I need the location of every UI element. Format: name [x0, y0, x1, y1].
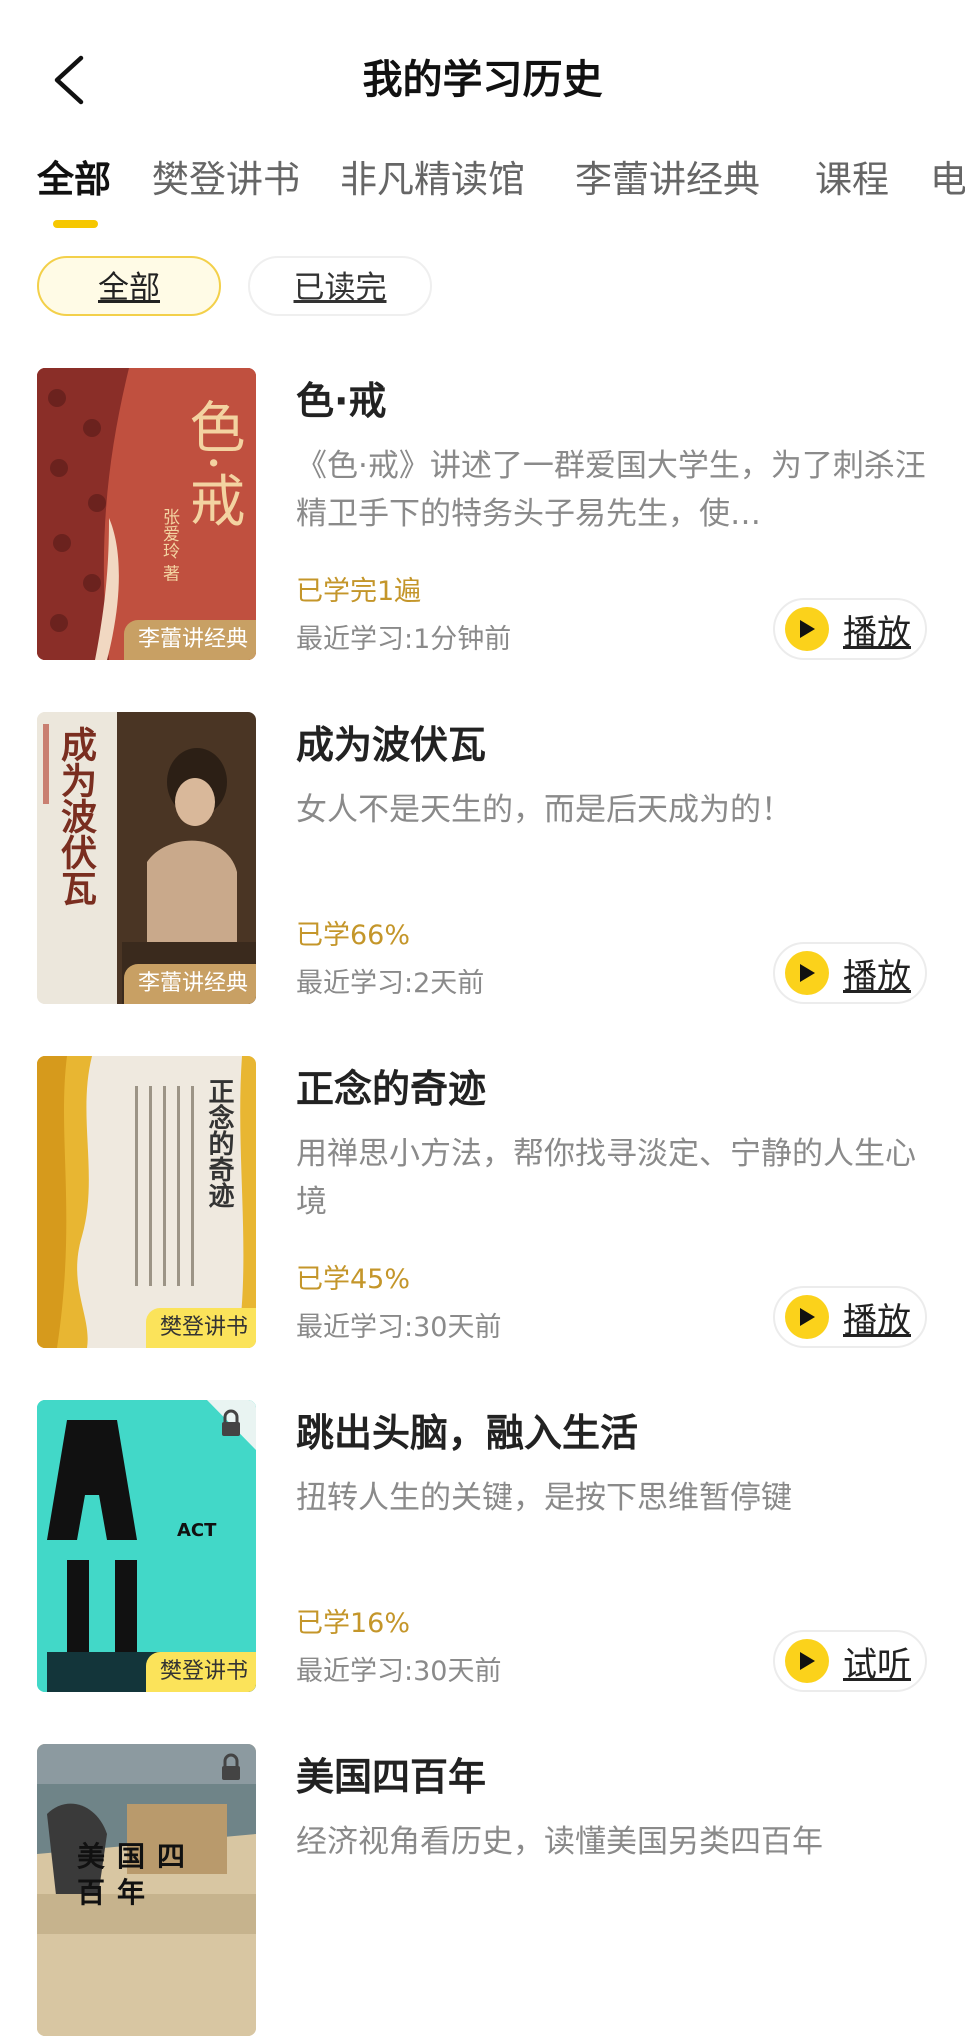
item-title: 成为波伏瓦 — [296, 723, 487, 767]
book-cover: ACT 樊登讲书 — [37, 1400, 256, 1692]
play-icon — [785, 951, 829, 995]
last-studied-text: 最近学习:1分钟前 — [296, 624, 512, 655]
cover-title-text: ACT — [177, 1520, 217, 1541]
list-item[interactable]: 成为波伏瓦 李蕾讲经典 成为波伏瓦 女人不是天生的，而是后天成为的！ 已学66%… — [0, 712, 965, 1008]
progress-text: 已学66% — [296, 920, 411, 951]
play-button[interactable]: 播放 — [773, 598, 927, 660]
cover-title-text: 色·戒 — [180, 398, 245, 528]
item-description: 扭转人生的关键，是按下思维暂停键 — [296, 1480, 792, 1516]
item-title: 跳出头脑，融入生活 — [296, 1411, 639, 1455]
tab-lilei[interactable]: 李蕾讲经典 — [575, 150, 760, 210]
header: 我的学习历史 — [0, 0, 965, 160]
filter-all-chip[interactable]: 全部 — [37, 256, 221, 316]
cover-title-text: 成为波伏瓦 — [55, 726, 97, 906]
list-item[interactable]: 美国四百年 美国四百年 经济视角看历史，读懂美国另类四百年 — [0, 1744, 965, 2040]
last-studied-text: 最近学习:30天前 — [296, 1312, 502, 1343]
active-tab-indicator — [53, 220, 98, 228]
play-icon — [785, 607, 829, 651]
category-tag: 樊登讲书 — [145, 1308, 256, 1348]
progress-text: 已学45% — [296, 1264, 411, 1295]
book-cover: 色·戒 张爱玲 著 李蕾讲经典 — [37, 368, 256, 660]
cover-author-text: 张爱玲 著 — [159, 508, 179, 582]
cover-title-text: 美国四百年 — [77, 1840, 198, 1909]
filter-finished-chip[interactable]: 已读完 — [248, 256, 432, 316]
progress-text: 已学完1遍 — [296, 576, 422, 607]
item-title: 色·戒 — [296, 379, 387, 423]
item-description: 《色·戒》讲述了一群爱国大学生，为了刺杀汪精卫手下的特务头子易先生，使… — [296, 448, 926, 532]
tab-feifan[interactable]: 非凡精读馆 — [340, 150, 525, 210]
list-item[interactable]: 色·戒 张爱玲 著 李蕾讲经典 色·戒 《色·戒》讲述了一群爱国大学生，为了刺杀… — [0, 368, 965, 664]
play-label: 播放 — [843, 612, 911, 653]
cover-title-text: 正念的奇迹 — [204, 1078, 234, 1208]
play-label: 播放 — [843, 956, 911, 997]
preview-button[interactable]: 试听 — [773, 1630, 927, 1692]
last-studied-text: 最近学习:30天前 — [296, 1656, 502, 1687]
tab-more[interactable]: 电 — [930, 150, 965, 210]
category-tag: 李蕾讲经典 — [123, 964, 256, 1004]
last-studied-text: 最近学习:2天前 — [296, 968, 485, 999]
list-item[interactable]: 正念的奇迹 樊登讲书 正念的奇迹 用禅思小方法，帮你找寻淡定、宁静的人生心境 已… — [0, 1056, 965, 1352]
item-description: 经济视角看历史，读懂美国另类四百年 — [296, 1824, 823, 1860]
category-tag: 樊登讲书 — [145, 1652, 256, 1692]
item-description: 女人不是天生的，而是后天成为的！ — [296, 792, 792, 828]
category-tag: 李蕾讲经典 — [123, 620, 256, 660]
book-cover: 成为波伏瓦 李蕾讲经典 — [37, 712, 256, 1004]
preview-label: 试听 — [843, 1644, 911, 1685]
progress-text: 已学16% — [296, 1608, 411, 1639]
tab-course[interactable]: 课程 — [815, 150, 889, 210]
item-description: 用禅思小方法，帮你找寻淡定、宁静的人生心境 — [296, 1136, 916, 1220]
tab-fandeng[interactable]: 樊登讲书 — [152, 150, 300, 210]
item-title: 正念的奇迹 — [296, 1067, 487, 1111]
tab-all[interactable]: 全部 — [37, 150, 111, 210]
play-button[interactable]: 播放 — [773, 942, 927, 1004]
play-icon — [785, 1639, 829, 1683]
item-title: 美国四百年 — [296, 1755, 487, 1799]
book-cover: 美国四百年 — [37, 1744, 256, 2036]
lock-icon — [206, 1400, 256, 1450]
book-cover: 正念的奇迹 樊登讲书 — [37, 1056, 256, 1348]
play-button[interactable]: 播放 — [773, 1286, 927, 1348]
play-icon — [785, 1295, 829, 1339]
lock-icon — [206, 1744, 256, 1794]
category-tabs: 全部 樊登讲书 非凡精读馆 李蕾讲经典 课程 电 — [0, 150, 965, 230]
play-label: 播放 — [843, 1300, 911, 1341]
page-title: 我的学习历史 — [362, 57, 603, 103]
list-item[interactable]: ACT 樊登讲书 跳出头脑，融入生活 扭转人生的关键，是按下思维暂停键 已学16… — [0, 1400, 965, 1696]
